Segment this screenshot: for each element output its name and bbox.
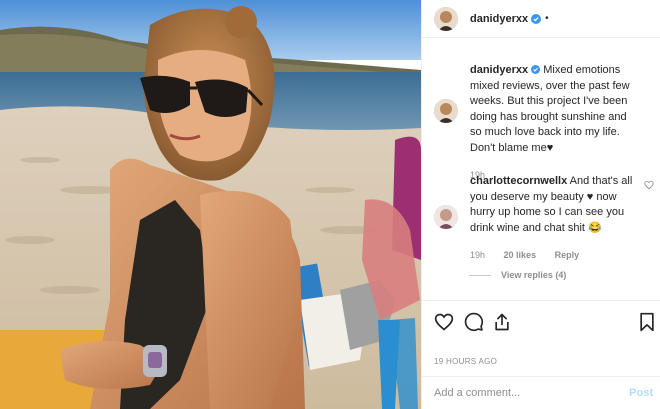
commenter-avatar[interactable] [434,205,458,229]
avatar-image [434,205,458,229]
comment-likes[interactable]: 20 likes [504,250,537,260]
comment-username[interactable]: charlottecornwellx [470,175,567,187]
verified-badge-icon [531,65,541,74]
avatar-image [434,6,458,31]
add-comment-bar: Post [422,376,660,409]
avatar-image [434,99,458,123]
instagram-post-modal: danidyerxx • danidyerxx Mixed emotions m… [0,0,660,409]
comment-meta: 19h 20 likes Reply [470,248,640,264]
author-username[interactable]: danidyerxx [470,13,528,25]
view-replies-label[interactable]: View replies (4) [501,270,566,280]
post-caption: danidyerxx Mixed emotions mixed reviews,… [434,63,654,184]
post-sidebar: danidyerxx • danidyerxx Mixed emotions m… [421,0,660,409]
comment-input[interactable] [434,387,604,399]
caption-body: danidyerxx Mixed emotions mixed reviews,… [470,63,640,184]
header-separator-dot: • [545,13,549,24]
author-avatar[interactable] [434,6,458,31]
replies-divider [469,274,491,276]
caption-username[interactable]: danidyerxx [470,64,528,76]
caption-author-avatar[interactable] [434,99,458,123]
share-icon[interactable] [492,312,512,332]
bookmark-icon[interactable] [637,312,657,332]
comment-time[interactable]: 19h [470,250,485,260]
caption-text: Mixed emotions mixed reviews, over the p… [470,64,630,154]
comment-reply-button[interactable]: Reply [555,250,580,260]
post-actions-bar [422,300,660,340]
view-replies-toggle[interactable]: View replies (4) [469,270,566,280]
comment-bubble-icon[interactable] [464,312,484,332]
verified-badge-icon [531,13,542,24]
post-header: danidyerxx • [422,0,660,38]
post-timestamp[interactable]: 19 HOURS AGO [434,357,497,366]
beach-photo [0,0,421,409]
comment-body: charlottecornwellx And that's all you de… [470,174,640,264]
heart-icon[interactable] [434,312,454,332]
comment-heart-icon[interactable] [644,180,654,190]
comment-item: charlottecornwellx And that's all you de… [434,174,656,264]
post-comment-button[interactable]: Post [629,387,653,399]
post-photo[interactable] [0,0,421,409]
